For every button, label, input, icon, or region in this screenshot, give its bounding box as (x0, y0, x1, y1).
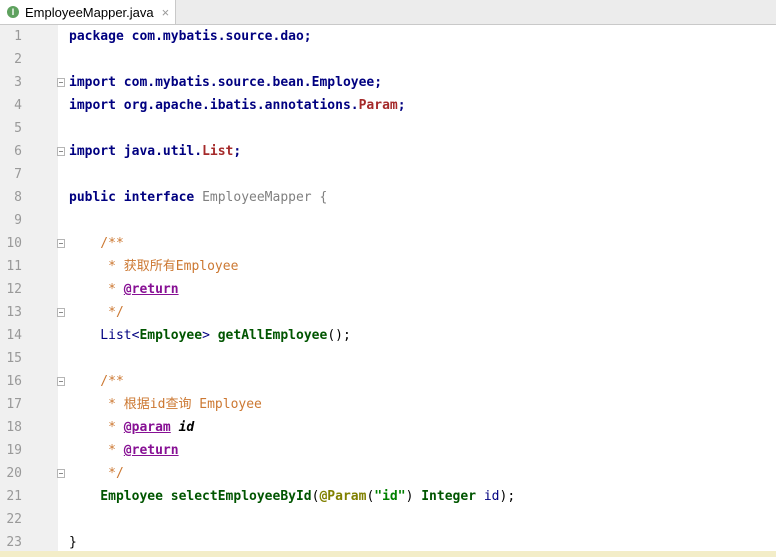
open-brace: { (319, 190, 328, 205)
line-number: 22 (6, 512, 22, 527)
line-number: 16 (6, 374, 22, 389)
fold-marker-icon[interactable] (57, 78, 65, 87)
method-name: selectEmployeeById (162, 489, 312, 504)
line-number: 12 (6, 282, 22, 297)
class-name: List (202, 144, 234, 159)
javadoc-description: * 获取所有Employee (69, 259, 239, 274)
code-line-get-all: List<Employee> getAllEmployee(); (69, 324, 351, 347)
code-line-interface-decl: public interface EmployeeMapper { (69, 186, 327, 209)
line-number: 7 (14, 167, 22, 182)
line-number: 6 (14, 144, 22, 159)
line-number: 19 (6, 443, 22, 458)
javadoc-return-tag: * @return (69, 439, 179, 462)
line-number: 3 (14, 75, 22, 90)
param-name: id (476, 489, 500, 504)
fold-marker-icon[interactable] (57, 308, 65, 317)
line-number: 11 (6, 259, 22, 274)
fold-marker-icon[interactable] (57, 147, 65, 156)
editor-tab-bar: I EmployeeMapper.java × (0, 0, 776, 25)
javadoc-close: */ (69, 305, 124, 320)
close-tab-icon[interactable]: × (162, 5, 170, 20)
interface-file-icon: I (7, 6, 19, 18)
status-strip (0, 551, 776, 557)
fold-marker-icon[interactable] (57, 239, 65, 248)
tab-label: EmployeeMapper.java (25, 4, 154, 20)
line-number: 13 (6, 305, 22, 320)
generic-close: > (202, 328, 218, 343)
string-literal: "id" (374, 489, 406, 504)
line-number: 21 (6, 489, 22, 504)
code-line-import-param: import org.apache.ibatis.annotations.Par… (69, 94, 406, 117)
line-number: 2 (14, 52, 22, 67)
keyword: public interface (69, 190, 195, 205)
interface-name: EmployeeMapper (202, 190, 312, 205)
line-number: 9 (14, 213, 22, 228)
param-type: Integer (413, 489, 477, 504)
method-params: (); (327, 328, 351, 343)
javadoc-description: * 根据id查询 Employee (69, 397, 262, 412)
method-name: getAllEmployee (217, 328, 328, 343)
code-line-import-employee: import com.mybatis.source.bean.Employee; (69, 71, 382, 94)
line-number: 1 (14, 29, 22, 44)
javadoc-open: /** (69, 236, 124, 251)
code-line-package: package com.mybatis.source.dao; (69, 25, 312, 48)
keyword: package (69, 29, 124, 44)
line-number: 17 (6, 397, 22, 412)
semicolon: ; (397, 98, 406, 113)
javadoc-star: * (69, 282, 124, 297)
keyword: import (69, 75, 116, 90)
keyword: import (69, 98, 116, 113)
keyword: import (69, 144, 116, 159)
return-type: Employee (69, 489, 163, 504)
line-number: 15 (6, 351, 22, 366)
annotation: @Param (319, 489, 367, 504)
doc-param-name: id (170, 420, 195, 435)
generic-type: Employee (139, 328, 203, 343)
return-type: List< (69, 328, 140, 343)
import-path: org.apache.ibatis.annotations. (115, 98, 359, 113)
line-number: 18 (6, 420, 22, 435)
javadoc-param-tag: * @param id (69, 416, 194, 439)
import-path: java.util. (115, 144, 203, 159)
code-line-import-list: import java.util.List; (69, 140, 241, 163)
code-line-select-by-id: Employee selectEmployeeById(@Param("id")… (69, 485, 515, 508)
package-path: com.mybatis.source.dao; (123, 29, 312, 44)
javadoc-star: * (69, 420, 124, 435)
statement-end: ); (499, 489, 516, 504)
import-path: com.mybatis.source.bean.Employee; (115, 75, 383, 90)
semicolon: ; (233, 144, 242, 159)
javadoc-return-tag: * @return (69, 278, 179, 301)
doc-tag: @param (123, 420, 171, 435)
doc-tag: @return (123, 282, 179, 297)
line-number: 14 (6, 328, 22, 343)
javadoc-close: */ (69, 466, 124, 481)
line-number: 20 (6, 466, 22, 481)
line-number: 8 (14, 190, 22, 205)
fold-marker-icon[interactable] (57, 377, 65, 386)
fold-marker-icon[interactable] (57, 469, 65, 478)
tab-employee-mapper[interactable]: I EmployeeMapper.java × (0, 0, 176, 24)
line-number: 10 (6, 236, 22, 251)
class-name: Param (358, 98, 398, 113)
line-number: 5 (14, 121, 22, 136)
javadoc-star: * (69, 443, 124, 458)
line-number: 4 (14, 98, 22, 113)
doc-tag: @return (123, 443, 179, 458)
javadoc-open: /** (69, 374, 124, 389)
